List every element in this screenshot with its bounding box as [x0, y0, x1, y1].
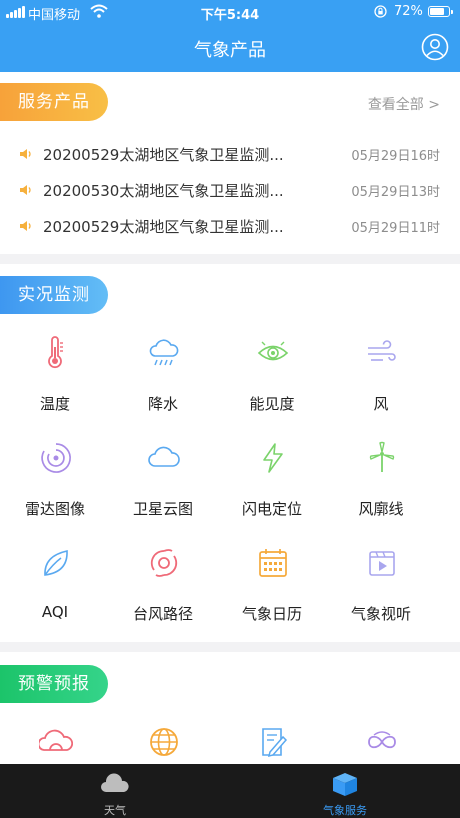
lightning-icon	[263, 443, 283, 473]
news-title: 20200530太湖地区气象卫星监测...	[43, 182, 284, 200]
nav-bar: 气象产品	[0, 24, 460, 72]
news-date: 05月29日16时	[351, 149, 440, 164]
page-title: 气象产品	[194, 40, 266, 61]
tab-label: 天气	[104, 804, 126, 817]
infinity-icon	[368, 731, 396, 749]
wind-turbine-icon	[369, 441, 395, 472]
live-monitoring-card: 实况监测 温度 降水 能见度 风 雷达图像 卫星云图 闪电定位 风廓线 AQI …	[0, 264, 460, 642]
rain-cloud-icon	[149, 339, 179, 366]
service-products-label: 服务产品	[0, 83, 108, 121]
leaf-icon	[44, 550, 68, 576]
video-icon	[369, 551, 395, 576]
grid-item-aqi[interactable]: AQI	[1, 546, 109, 636]
grid-item-visibility[interactable]: 能见度	[218, 336, 326, 426]
grid-item-label: 气象日历	[241, 605, 302, 623]
document-pen-icon	[262, 728, 288, 758]
grid-item-label: 风廓线	[358, 500, 404, 518]
tab-weather[interactable]: 天气	[55, 764, 175, 818]
rotation-lock-icon	[374, 5, 387, 18]
tab-label: 气象服务	[323, 804, 367, 817]
grid-item-label: 风	[373, 395, 389, 413]
weather-cloud-icon	[101, 773, 129, 792]
warning-forecast-label: 预警预报	[0, 665, 108, 703]
grid-item-temperature[interactable]: 温度	[1, 336, 109, 426]
battery-icon	[428, 6, 453, 17]
user-circle-icon[interactable]	[421, 33, 449, 61]
news-title: 20200529太湖地区气象卫星监测...	[43, 218, 284, 236]
service-cube-icon	[333, 773, 357, 796]
view-all-link[interactable]: 查看全部 >	[368, 94, 440, 114]
grid-item-label: AQI	[41, 603, 69, 621]
grid-item-label: 温度	[39, 395, 70, 413]
typhoon-icon	[150, 549, 178, 577]
wind-icon	[368, 340, 396, 361]
grid-item-label: 台风路径	[132, 605, 193, 623]
warning-forecast-card: 预警预报	[0, 652, 460, 764]
grid-item-precipitation[interactable]: 降水	[109, 336, 217, 426]
speaker-icon	[20, 221, 31, 231]
news-date: 05月29日11时	[351, 221, 440, 236]
grid-item-label: 能见度	[249, 395, 295, 413]
grid-item-typhoon[interactable]: 台风路径	[109, 546, 217, 636]
news-row[interactable]: 20200529太湖地区气象卫星监测... 05月29日16时	[0, 137, 460, 173]
globe-icon	[150, 728, 178, 756]
grid-item-label: 雷达图像	[24, 500, 85, 518]
grid-item-label: 气象视听	[350, 605, 411, 623]
eye-icon	[257, 341, 289, 361]
grid-item-wind[interactable]: 风	[327, 336, 435, 426]
grid-item-wind-profile[interactable]: 风廓线	[327, 441, 435, 531]
grid-item-satellite[interactable]: 卫星云图	[109, 441, 217, 531]
grid-item-label: 卫星云图	[132, 500, 193, 518]
news-row[interactable]: 20200530太湖地区气象卫星监测... 05月29日13时	[0, 173, 460, 209]
status-bar: 中国移动 下午5:44 72%	[0, 0, 460, 24]
news-title: 20200529太湖地区气象卫星监测...	[43, 146, 284, 164]
thermometer-icon	[48, 336, 63, 369]
grid-item-lightning[interactable]: 闪电定位	[218, 441, 326, 531]
cloud-warning-icon	[39, 729, 73, 751]
grid-item-calendar[interactable]: 气象日历	[218, 546, 326, 636]
grid-item-label: 降水	[147, 395, 178, 413]
service-products-card: 服务产品 查看全部 > 20200529太湖地区气象卫星监测... 05月29日…	[0, 72, 460, 254]
news-row[interactable]: 20200529太湖地区气象卫星监测... 05月29日11时	[0, 209, 460, 245]
tab-meteorological-service[interactable]: 气象服务	[285, 764, 405, 818]
grid-item-radar[interactable]: 雷达图像	[1, 441, 109, 531]
news-date: 05月29日13时	[351, 185, 440, 200]
speaker-icon	[20, 149, 31, 159]
grid-item-media[interactable]: 气象视听	[327, 546, 435, 636]
radar-icon	[41, 443, 71, 473]
tab-bar: 天气 气象服务	[0, 764, 460, 818]
battery-percent: 72%	[394, 4, 423, 19]
status-time: 下午5:44	[200, 8, 260, 23]
calendar-icon	[259, 549, 287, 577]
live-monitoring-label: 实况监测	[0, 276, 108, 314]
cloud-icon	[148, 446, 180, 467]
speaker-icon	[20, 185, 31, 195]
grid-item-label: 闪电定位	[241, 500, 302, 518]
